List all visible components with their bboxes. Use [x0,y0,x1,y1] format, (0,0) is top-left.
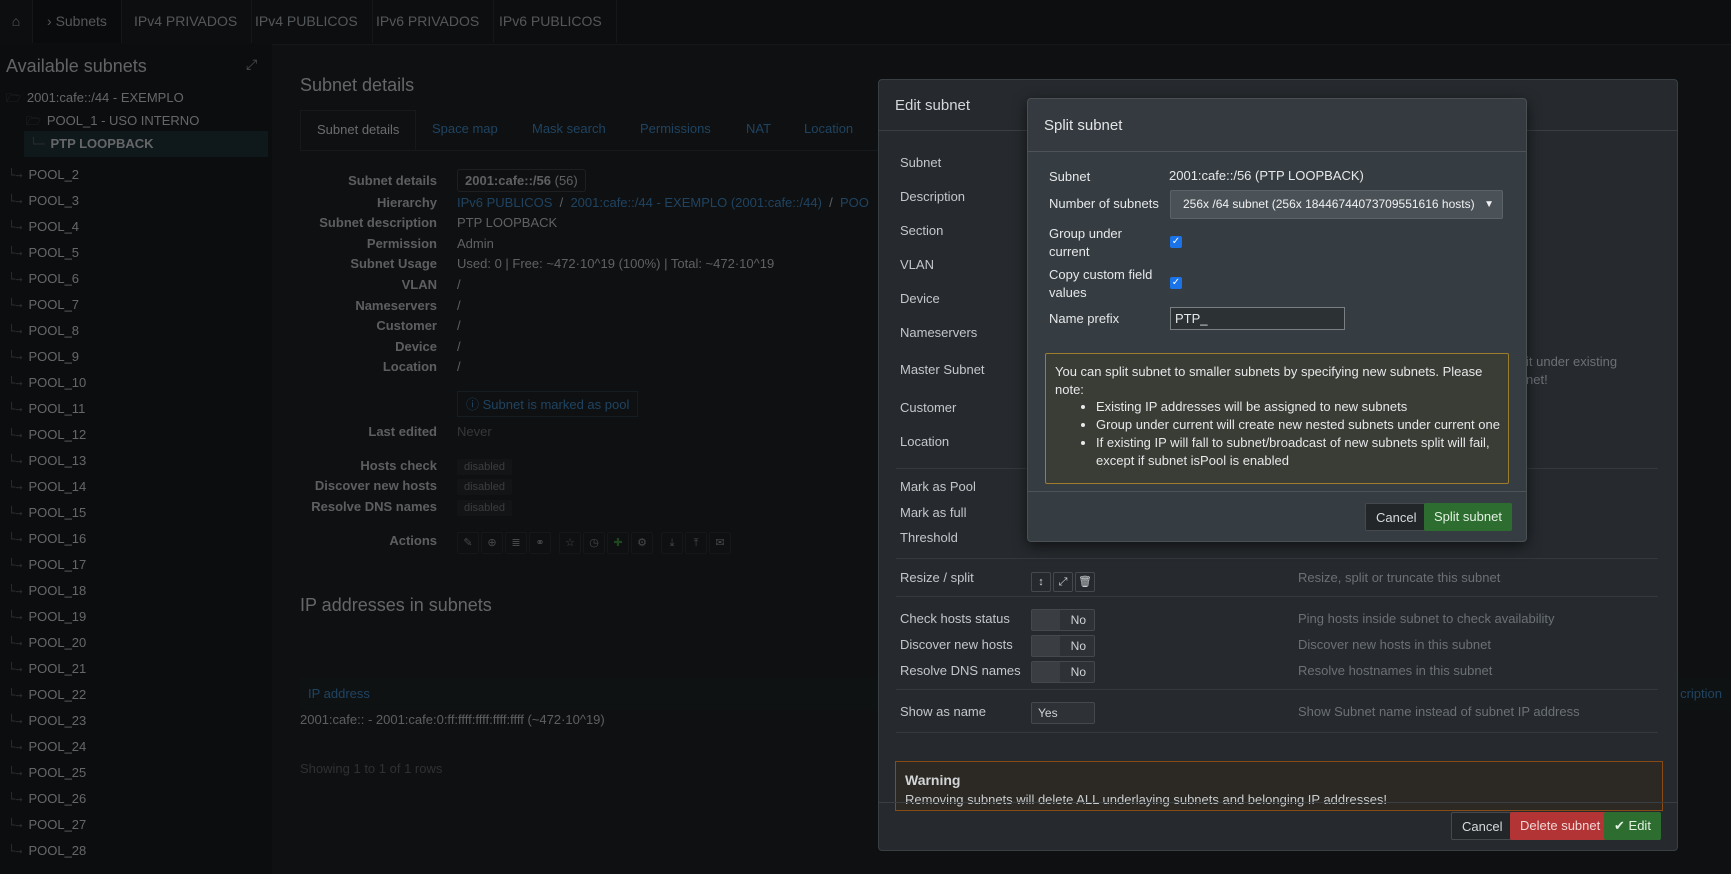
label-resize-split: Resize / split [900,570,974,585]
number-of-subnets-select[interactable]: 256x /64 subnet (256x 184467440737095516… [1170,190,1503,219]
resolve-help: Resolve hostnames in this subnet [1298,663,1493,678]
chevron-down-icon: ▼ [1484,199,1494,210]
split-modal-title: Split subnet [1044,117,1123,134]
edit-modal-title: Edit subnet [895,97,971,114]
toggle-state: No [1070,639,1086,653]
name-prefix-label: Name prefix [1049,311,1120,326]
label-check-hosts: Check hosts status [900,611,1010,626]
divider [896,689,1658,690]
label-subnet: Subnet [900,155,942,170]
resize-actions: ↕ ⤢ 🗑 [1031,572,1097,592]
group-under-current-label: Group under current [1049,226,1122,259]
note-list: Existing IP addresses will be assigned t… [1046,398,1516,470]
cancel-button[interactable]: Cancel [1451,812,1514,840]
resize-help: Resize, split or truncate this subnet [1298,570,1501,585]
label-customer: Customer [900,400,957,415]
label-mark-full: Mark as full [900,505,967,520]
label-vlan: VLAN [900,257,934,272]
toggle-state: No [1070,665,1086,679]
label-device: Device [900,291,940,306]
label-mark-pool: Mark as Pool [900,479,976,494]
discover-toggle[interactable]: No [1031,635,1095,657]
check-hosts-toggle[interactable]: No [1031,609,1095,631]
label-resolve: Resolve DNS names [900,663,1021,678]
cancel-button[interactable]: Cancel [1365,503,1428,531]
list-item: Existing IP addresses will be assigned t… [1096,398,1516,416]
split-modal-footer: Cancel Split subnet [1028,491,1526,542]
edit-button-label: Edit [1628,818,1651,833]
list-item: If existing IP will fall to subnet/broad… [1096,434,1516,470]
copy-custom-fields-label: Copy custom field values [1049,267,1153,300]
number-of-subnets-label: Number of subnets [1049,196,1159,211]
warning-title: Warning [905,772,961,788]
resize-icon[interactable]: ↕ [1031,572,1051,592]
show-name-help: Show Subnet name instead of subnet IP ad… [1298,704,1580,719]
label-section: Section [900,223,944,238]
label-discover: Discover new hosts [900,637,1013,652]
check-hosts-help: Ping hosts inside subnet to check availa… [1298,611,1555,626]
toggle-state: Yes [1038,706,1058,720]
resolve-toggle[interactable]: No [1031,661,1095,683]
truncate-icon[interactable]: 🗑 [1075,572,1095,592]
split-icon[interactable]: ⤢ [1053,572,1073,592]
master-help-2: net! [1526,372,1548,387]
label-nameservers: Nameservers [900,325,978,340]
label-threshold: Threshold [900,530,958,545]
divider [896,732,1658,733]
note-intro: You can split subnet to smaller subnets … [1055,364,1483,397]
split-subnet-button[interactable]: Split subnet [1424,503,1512,531]
master-help-1: it under existing [1526,354,1618,369]
label-location: Location [900,434,950,449]
split-subnet-modal: Split subnet Subnet 2001:cafe::/56 (PTP … [1027,98,1527,542]
split-modal-header: Split subnet [1028,99,1526,152]
split-subnet-value: 2001:cafe::/56 (PTP LOOPBACK) [1169,168,1364,183]
list-item: Group under current will create new nest… [1096,416,1516,434]
group-under-current-checkbox[interactable]: ✓ [1170,236,1182,248]
number-of-subnets-value: 256x /64 subnet (256x 184467440737095516… [1183,197,1475,211]
toggle-state: No [1070,613,1086,627]
label-master-subnet: Master Subnet [900,362,985,377]
name-prefix-input[interactable]: PTP_ [1170,307,1345,330]
edit-button[interactable]: ✔ Edit [1604,812,1661,840]
delete-subnet-button[interactable]: Delete subnet [1510,812,1611,840]
label-show-name: Show as name [900,704,986,719]
split-subnet-label: Subnet [1049,169,1091,184]
show-name-toggle[interactable]: Yes [1031,702,1095,724]
copy-custom-fields-checkbox[interactable]: ✓ [1170,277,1182,289]
split-info-note: You can split subnet to smaller subnets … [1045,353,1509,484]
divider [896,558,1658,559]
divider [896,596,1658,597]
label-description: Description [900,189,966,204]
discover-help: Discover new hosts in this subnet [1298,637,1491,652]
check-icon: ✔ [1614,818,1625,833]
edit-modal-footer: Cancel Delete subnet ✔ Edit [879,802,1677,851]
